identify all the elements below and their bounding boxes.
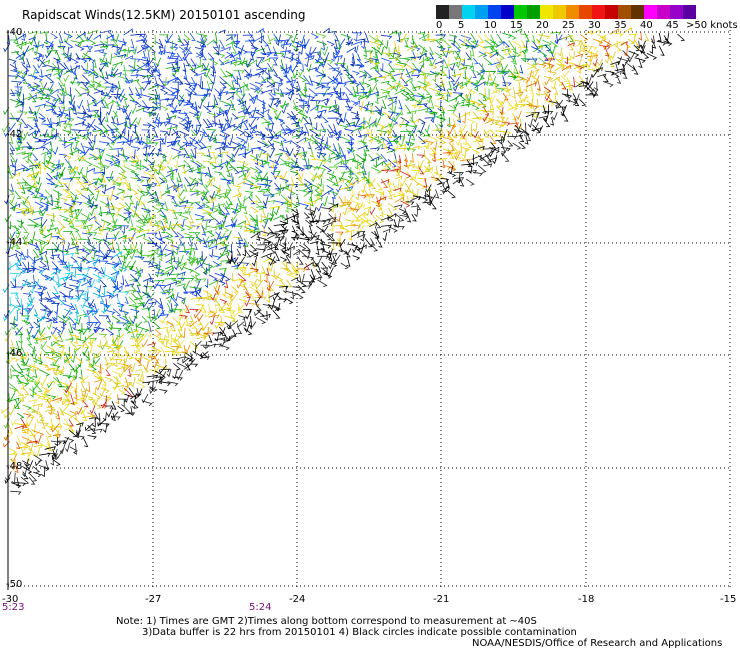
colorbar-label: 45 [666, 20, 679, 31]
colorbar-swatch [449, 5, 462, 19]
colorbar-swatch [657, 5, 670, 19]
colorbar-swatch [683, 5, 696, 19]
lon-label-27: -27 [145, 594, 162, 605]
wind-speed-colorbar [436, 5, 696, 19]
colorbar-swatch [527, 5, 540, 19]
time-label-first: 5:23 [2, 602, 25, 613]
wind-barbs [2, 259, 128, 322]
colorbar-label: 0 [436, 20, 443, 31]
lat-lon-grid [7, 30, 732, 590]
colorbar-swatch [605, 5, 618, 19]
lat-label-46: -46 [6, 348, 23, 359]
colorbar-label: 20 [536, 20, 549, 31]
lat-label-50: -50 [6, 579, 23, 590]
lon-label-15: -15 [720, 594, 737, 605]
colorbar-label: 35 [614, 20, 627, 31]
note-line-1: Note: 1) Times are GMT 2)Times along bot… [116, 616, 537, 627]
colorbar-swatch [644, 5, 657, 19]
lon-label-18: -18 [578, 594, 595, 605]
colorbar-label: 40 [640, 20, 653, 31]
colorbar-swatch [501, 5, 514, 19]
time-label-second: 5:24 [249, 602, 272, 613]
lat-label-48: -48 [6, 461, 23, 472]
note-line-2: 3)Data buffer is 22 hrs from 20150101 4)… [142, 627, 577, 638]
colorbar-label: >50 knots [686, 20, 738, 31]
lat-label-44: -44 [6, 237, 23, 248]
colorbar-swatch [592, 5, 605, 19]
colorbar-swatch [436, 5, 449, 19]
lon-label-21: -21 [433, 594, 450, 605]
lat-label-42: -42 [6, 129, 23, 140]
colorbar-label: 15 [510, 20, 523, 31]
credit-line: NOAA/NESDIS/Office of Research and Appli… [472, 638, 723, 649]
wind-map-page: Rapidscat Winds(12.5KM) 20150101 ascendi… [0, 0, 740, 650]
map-title: Rapidscat Winds(12.5KM) 20150101 ascendi… [22, 8, 306, 22]
wind-barbs [4, 32, 686, 489]
colorbar-swatch [631, 5, 644, 19]
colorbar-swatch [553, 5, 566, 19]
colorbar-swatch [540, 5, 553, 19]
colorbar-swatch [670, 5, 683, 19]
lat-label-40: -40 [6, 27, 23, 38]
wind-map-plot [1, 26, 732, 590]
colorbar-swatch [488, 5, 501, 19]
wind-barb-swath [1, 26, 686, 495]
colorbar-label: 5 [458, 20, 465, 31]
colorbar-swatch [514, 5, 527, 19]
colorbar-swatch [566, 5, 579, 19]
colorbar-swatch [475, 5, 488, 19]
colorbar-swatch [462, 5, 475, 19]
colorbar-label: 30 [588, 20, 601, 31]
wind-barbs [5, 35, 656, 495]
lon-label-24: -24 [289, 594, 306, 605]
colorbar-swatch [618, 5, 631, 19]
colorbar-swatch [579, 5, 592, 19]
colorbar-label: 10 [484, 20, 497, 31]
colorbar-label: 25 [562, 20, 575, 31]
